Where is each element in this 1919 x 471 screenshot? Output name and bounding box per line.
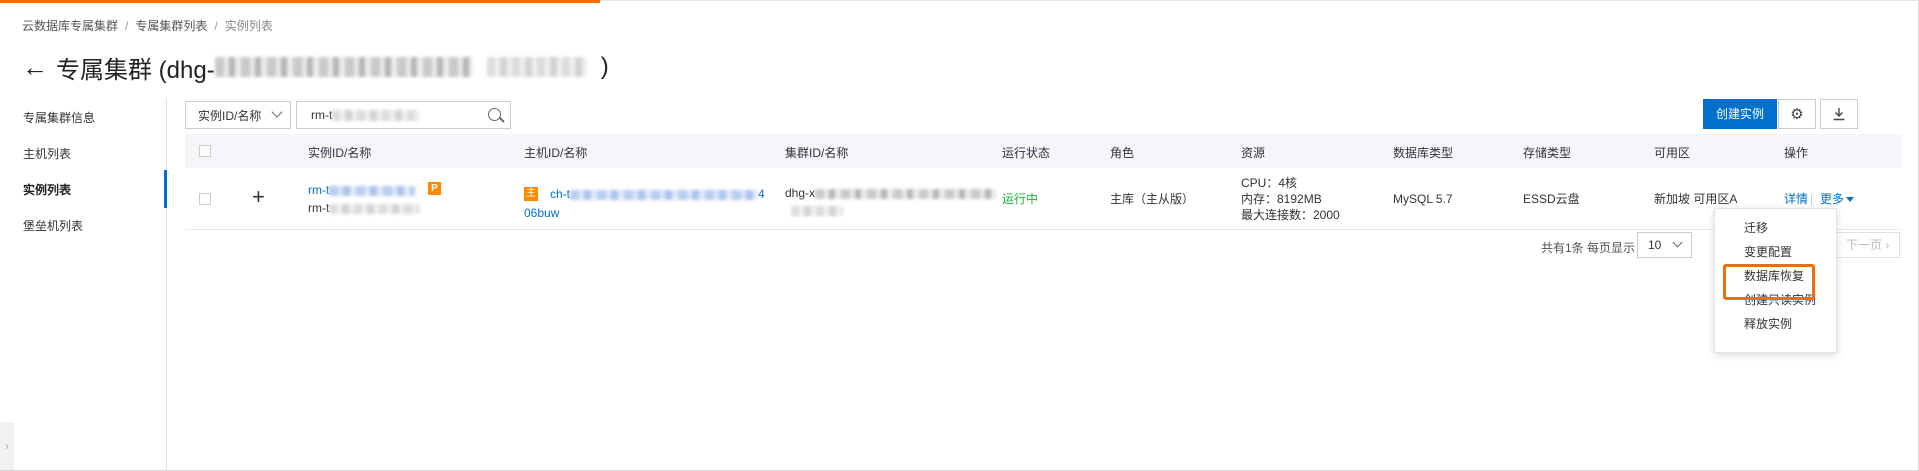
storage-type-text: ESSD云盘 — [1523, 192, 1580, 206]
resource-memory: 内存：8192MB — [1241, 192, 1322, 206]
column-header-actions: 操作 — [1784, 146, 1809, 160]
detail-link[interactable]: 详情 — [1784, 191, 1808, 207]
sidebar-item-bastion-list[interactable]: 堡垒机列表 — [23, 217, 83, 234]
host-id-cell[interactable]: ch-t 4 — [550, 186, 765, 202]
redacted-search-text — [332, 109, 421, 121]
menu-item-migrate[interactable]: 迁移 — [1744, 219, 1768, 236]
action-divider: | — [1810, 192, 1814, 206]
breadcrumb: 云数据库专属集群 / 专属集群列表 / 实例列表 — [22, 17, 273, 34]
sidebar-collapse-toggle[interactable]: › — [0, 422, 14, 470]
instance-id-cell[interactable]: rm-t — [308, 182, 416, 198]
instance-primary-badge: P — [428, 182, 441, 195]
cluster-id-cell: dhg-x — [785, 185, 998, 201]
host-name-link[interactable]: 06buw — [524, 205, 559, 221]
pagination-summary: 共有1条 每页显示 — [1541, 241, 1636, 255]
menu-item-change-config[interactable]: 变更配置 — [1744, 243, 1792, 260]
gear-icon: ⚙ — [1790, 106, 1804, 123]
download-icon — [1833, 108, 1845, 121]
redacted-instance-name — [329, 203, 420, 214]
redacted-cluster-name-cell — [791, 205, 843, 216]
chevron-right-icon: › — [1885, 238, 1890, 252]
column-header-db-type: 数据库类型 — [1393, 146, 1454, 160]
filter-field-select[interactable]: 实例ID/名称 — [185, 101, 291, 129]
page-title-prefix: 专属集群 (dhg- — [56, 56, 215, 84]
breadcrumb-item-dedicated-cluster[interactable]: 云数据库专属集群 — [22, 19, 118, 33]
breadcrumb-separator: / — [125, 19, 129, 33]
redacted-cluster-id-cell — [815, 188, 998, 199]
column-header-cluster: 集群ID/名称 — [785, 146, 849, 160]
sidebar-active-indicator — [164, 170, 167, 208]
role-text: 主库（主从版） — [1110, 192, 1195, 206]
zone-text: 新加坡 可用区A — [1654, 192, 1738, 206]
db-type-text: MySQL 5.7 — [1393, 192, 1453, 206]
next-page-button[interactable]: 下一页 › — [1829, 232, 1900, 258]
table-row — [185, 168, 1902, 230]
host-id-link[interactable]: ch-t — [550, 187, 570, 201]
search-input[interactable]: rm-t — [296, 101, 511, 129]
sidebar-item-cluster-info[interactable]: 专属集群信息 — [23, 109, 95, 126]
status-running: 运行中 — [1002, 192, 1039, 206]
host-primary-badge: 主 — [524, 187, 538, 201]
redacted-host-id — [570, 189, 759, 200]
sidebar: 专属集群信息 主机列表 实例列表 堡垒机列表 — [0, 98, 167, 471]
search-input-value: rm-t — [311, 108, 333, 122]
download-button[interactable] — [1820, 99, 1858, 129]
more-actions-dropdown[interactable]: 更多 — [1820, 191, 1855, 207]
redacted-cluster-id — [214, 57, 473, 77]
page-title: ← 专属集群 (dhg- ) — [22, 50, 609, 84]
page-size-value: 10 — [1648, 238, 1662, 252]
page-title-suffix: ) — [600, 53, 609, 80]
chevron-down-icon — [271, 106, 283, 118]
caret-down-icon — [1846, 197, 1855, 203]
column-header-status: 运行状态 — [1002, 146, 1051, 160]
breadcrumb-separator: / — [214, 19, 218, 33]
instance-name-text: rm-t — [308, 201, 330, 215]
highlight-box — [1723, 264, 1815, 300]
host-id-tail[interactable]: 4 — [758, 187, 765, 201]
sidebar-item-host-list[interactable]: 主机列表 — [23, 145, 71, 162]
next-page-label: 下一页 — [1846, 238, 1883, 252]
top-accent-bar — [0, 0, 1919, 4]
chevron-down-icon — [1672, 237, 1683, 248]
chevron-right-icon: › — [5, 439, 9, 453]
arrow-left-icon[interactable]: ← — [22, 52, 56, 82]
more-actions-label: 更多 — [1820, 192, 1845, 206]
page-size-select[interactable]: 10 — [1637, 232, 1692, 258]
column-header-storage-type: 存储类型 — [1523, 146, 1572, 160]
resource-max-connections: 最大连接数：2000 — [1241, 208, 1340, 222]
breadcrumb-item-instance-list: 实例列表 — [224, 19, 273, 33]
instance-name-cell: rm-t — [308, 200, 420, 216]
instance-id-link[interactable]: rm-t — [308, 183, 329, 197]
cluster-id-text: dhg-x — [785, 186, 816, 200]
sidebar-item-instance-list[interactable]: 实例列表 — [23, 181, 71, 198]
redacted-instance-id — [329, 185, 416, 196]
redacted-cluster-name — [486, 57, 587, 77]
create-instance-button[interactable]: 创建实例 — [1703, 99, 1777, 129]
expand-row-icon[interactable]: + — [252, 186, 265, 208]
column-header-zone: 可用区 — [1654, 146, 1691, 160]
filter-field-value: 实例ID/名称 — [198, 108, 262, 123]
breadcrumb-item-cluster-list[interactable]: 专属集群列表 — [135, 19, 207, 33]
settings-button[interactable]: ⚙ — [1778, 99, 1816, 129]
cluster-name-cell — [791, 202, 843, 218]
resource-cpu: CPU：4核 — [1241, 176, 1298, 190]
menu-item-release-instance[interactable]: 释放实例 — [1744, 315, 1792, 332]
select-all-checkbox[interactable] — [199, 145, 211, 157]
column-header-host: 主机ID/名称 — [524, 146, 588, 160]
column-header-instance: 实例ID/名称 — [308, 146, 372, 160]
row-checkbox[interactable] — [199, 193, 211, 205]
column-header-role: 角色 — [1110, 146, 1135, 160]
column-header-resource: 资源 — [1241, 146, 1266, 160]
search-icon[interactable] — [488, 108, 501, 121]
